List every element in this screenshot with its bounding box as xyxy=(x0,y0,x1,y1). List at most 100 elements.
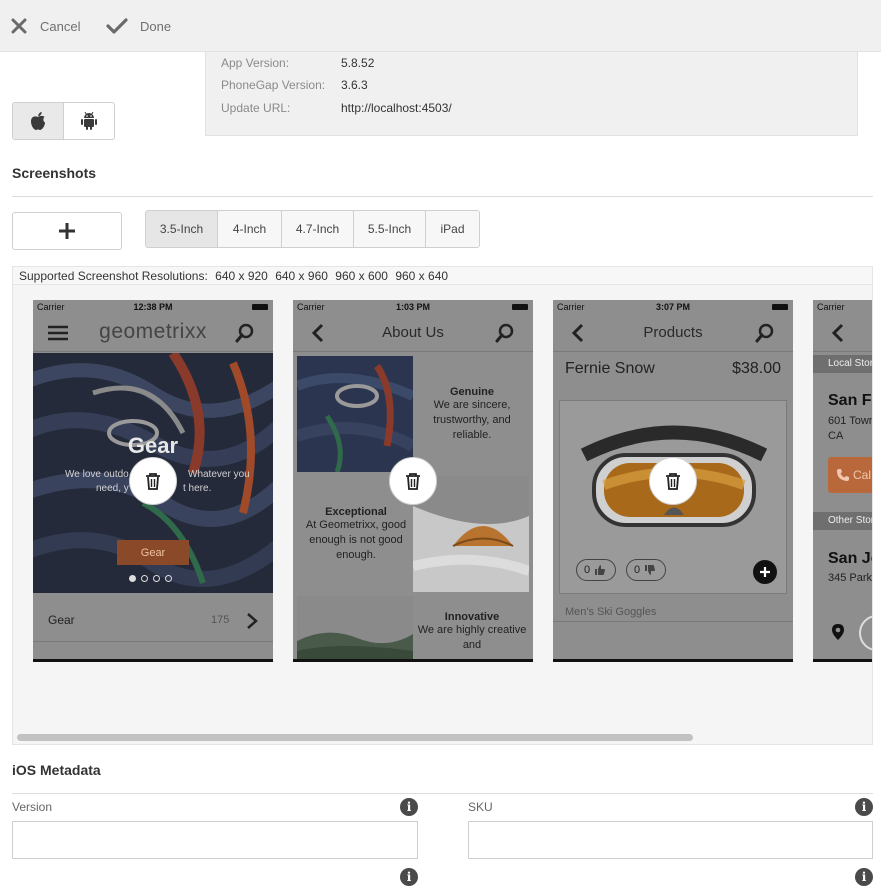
phone-bottom-edge xyxy=(553,659,793,662)
dislike-count: 0 xyxy=(634,564,641,576)
divider xyxy=(553,621,793,622)
delete-screenshot-button[interactable] xyxy=(389,457,437,505)
screenshots-title: Screenshots xyxy=(12,165,97,181)
battery-icon xyxy=(252,304,268,310)
screenshots-divider xyxy=(12,196,873,197)
thumbs-up-icon xyxy=(595,565,606,575)
dot xyxy=(153,575,160,582)
checkmark-icon xyxy=(106,18,128,34)
like-button: 0 xyxy=(576,559,616,581)
dot xyxy=(141,575,148,582)
phone-bottom-edge xyxy=(33,659,273,662)
block-text: At Geometrixx, good enough is not good e… xyxy=(305,519,407,561)
update-url-label: Update URL: xyxy=(221,101,291,115)
phone-bottom-edge xyxy=(293,659,533,662)
product-name: Fernie Snow xyxy=(565,360,655,377)
block-text: We are sincere, trustworthy, and reliabl… xyxy=(433,399,511,441)
horizontal-scrollbar[interactable] xyxy=(13,730,872,744)
resolution-item: 640 x 960 xyxy=(275,269,328,283)
plus-icon xyxy=(59,223,75,239)
trash-icon xyxy=(666,473,680,490)
tab-4-inch[interactable]: 4-Inch xyxy=(218,211,282,247)
trash-icon xyxy=(406,473,420,490)
hero-text-right: Whatever you xyxy=(188,469,250,480)
call-label: Cal xyxy=(853,468,872,482)
hero-gear-button: Gear xyxy=(117,540,189,565)
phonegap-version-row: PhoneGap Version: 3.6.3 xyxy=(221,78,368,92)
delete-screenshot-button[interactable] xyxy=(129,457,177,505)
platform-toggle xyxy=(12,102,115,140)
delete-screenshot-button[interactable] xyxy=(649,457,697,505)
app-navbar: About Us xyxy=(293,314,533,352)
phone-bottom-edge xyxy=(813,659,872,662)
status-bar: Carrier 1:03 PM xyxy=(293,300,533,314)
app-info-panel: App Version: 5.8.52 PhoneGap Version: 3.… xyxy=(205,52,858,136)
block-text: We are highly creative and xyxy=(417,624,527,651)
tab-3-5-inch[interactable]: 3.5-Inch xyxy=(146,211,218,247)
dislike-button: 0 xyxy=(626,559,666,581)
dot-active xyxy=(129,575,136,582)
block-heading: Genuine xyxy=(449,386,494,398)
screenshot-store-locator: Carrier Local Stor San Fr 601 Town CA Ca… xyxy=(813,300,873,662)
update-url-row: Update URL: http://localhost:4503/ xyxy=(221,101,452,115)
search-icon xyxy=(755,323,774,343)
about-block-genuine: Genuine We are sincere, trustworthy, and… xyxy=(417,386,527,443)
add-screenshot-button[interactable] xyxy=(12,212,122,250)
sku-label: SKU xyxy=(468,800,493,814)
dot xyxy=(165,575,172,582)
platform-ios-button[interactable] xyxy=(13,103,64,139)
add-to-cart-button xyxy=(753,560,777,584)
resolutions-label: Supported Screenshot Resolutions: xyxy=(19,269,208,283)
store-name: San Jo xyxy=(828,550,872,567)
status-bar: Carrier 3:07 PM xyxy=(553,300,793,314)
top-toolbar: Cancel Done xyxy=(0,0,881,52)
phonegap-version-value: 3.6.3 xyxy=(341,78,368,92)
status-time: 1:03 PM xyxy=(395,302,430,312)
app-navbar: Products xyxy=(553,314,793,352)
store-address: 345 Park xyxy=(828,572,873,584)
app-navbar xyxy=(813,314,872,352)
scrollbar-thumb[interactable] xyxy=(17,734,693,741)
info-icon[interactable]: i xyxy=(855,868,873,886)
tab-ipad[interactable]: iPad xyxy=(426,211,479,247)
chevron-right-icon xyxy=(247,613,258,629)
screenshot-home: Carrier 12:38 PM geometrixx Gear We love… xyxy=(33,300,273,662)
carousel-dots xyxy=(129,575,172,582)
info-icon[interactable]: i xyxy=(855,798,873,816)
screenshot-products: Carrier 3:07 PM Products Fernie Snow $38… xyxy=(553,300,793,662)
hero-title: Gear xyxy=(127,433,179,458)
info-icon[interactable]: i xyxy=(400,798,418,816)
status-bar: Carrier xyxy=(813,300,872,314)
trash-icon xyxy=(146,473,160,490)
done-button[interactable]: Done xyxy=(106,14,171,38)
cancel-label: Cancel xyxy=(40,18,81,34)
resolution-item: 960 x 640 xyxy=(395,269,449,283)
info-icon[interactable]: i xyxy=(400,868,418,886)
cancel-button[interactable]: Cancel xyxy=(10,14,80,38)
version-input[interactable] xyxy=(12,821,418,859)
app-version-value: 5.8.52 xyxy=(341,56,375,70)
map-pin-icon xyxy=(832,624,844,640)
sku-input[interactable] xyxy=(468,821,873,859)
ios-metadata-divider xyxy=(12,793,873,794)
like-count: 0 xyxy=(584,564,591,576)
product-price: $38.00 xyxy=(732,360,781,377)
screenshot-about-us: Carrier 1:03 PM About Us Genuine We are … xyxy=(293,300,533,662)
status-time: 3:07 PM xyxy=(655,302,690,312)
hero-text-left: We love outdo xyxy=(65,469,129,480)
search-icon xyxy=(235,323,254,343)
search-icon xyxy=(495,323,514,343)
tab-4-7-inch[interactable]: 4.7-Inch xyxy=(282,211,354,247)
list-item-label: Gear xyxy=(48,613,75,627)
app-version-label: App Version: xyxy=(221,56,290,70)
app-navbar: geometrixx xyxy=(33,314,273,352)
app-version-row: App Version: 5.8.52 xyxy=(221,56,374,70)
block-heading: Innovative xyxy=(444,611,500,623)
platform-android-button[interactable] xyxy=(64,103,115,139)
done-label: Done xyxy=(140,18,172,34)
product-caption: Men's Ski Goggles xyxy=(565,606,657,618)
carrier-label: Carrier xyxy=(817,302,845,312)
section-header-other: Other Stor xyxy=(813,512,872,530)
status-bar: Carrier 12:38 PM xyxy=(33,300,273,314)
tab-5-5-inch[interactable]: 5.5-Inch xyxy=(354,211,426,247)
